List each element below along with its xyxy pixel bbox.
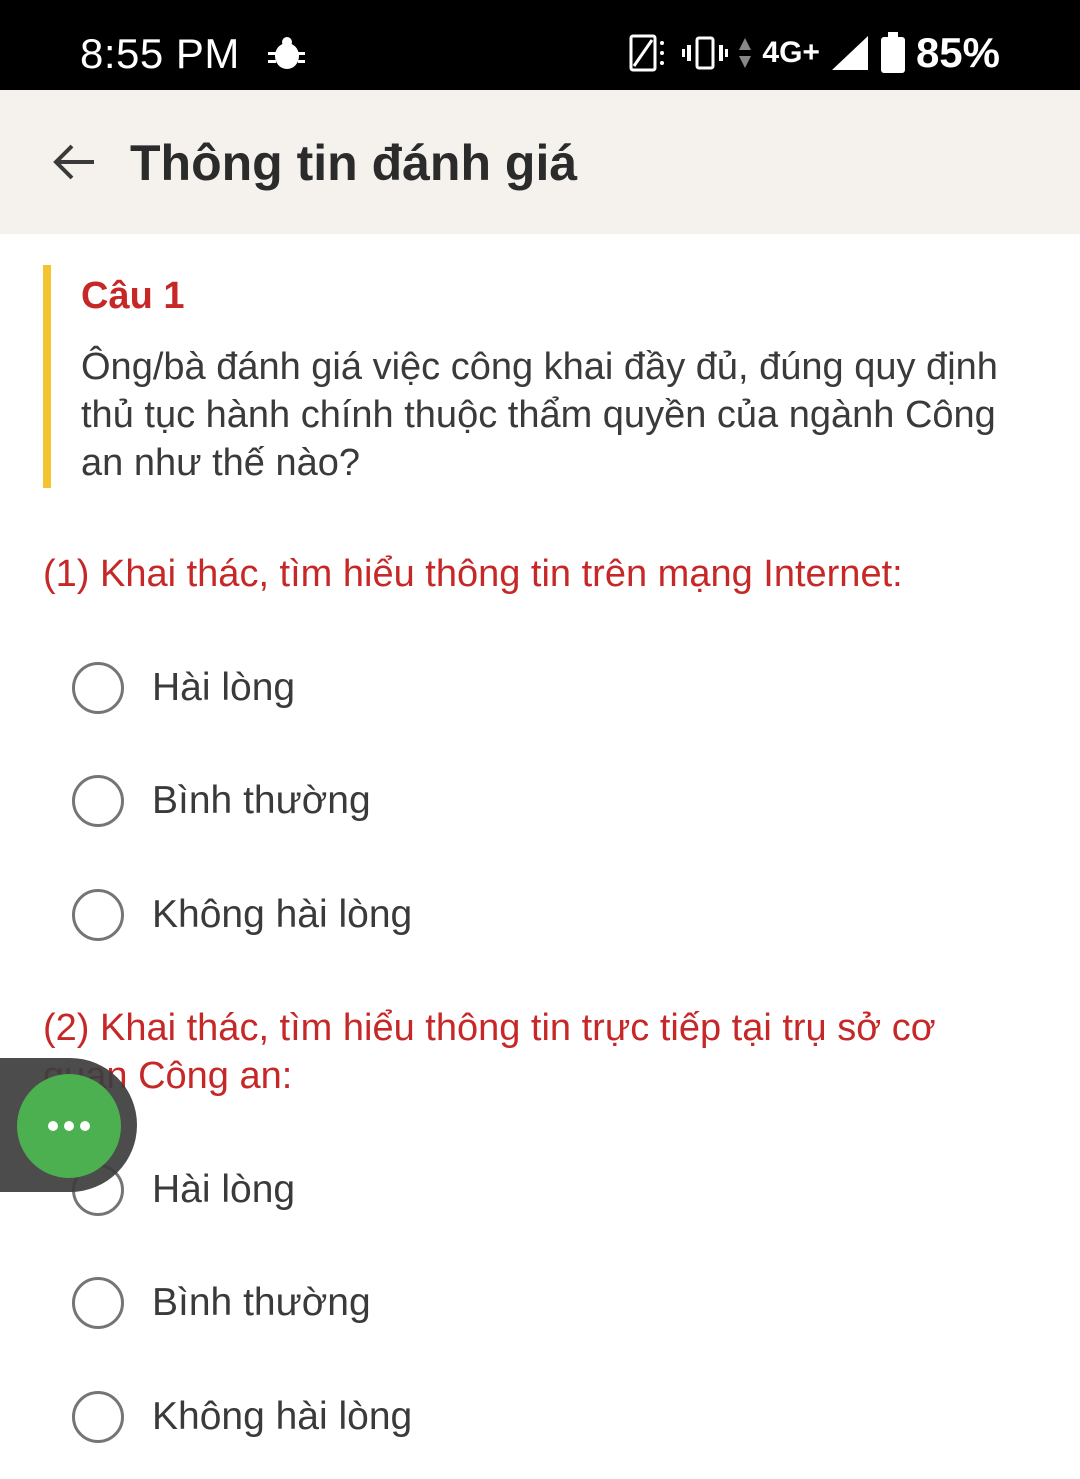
- page-title: Thông tin đánh giá: [130, 135, 578, 191]
- signal-icon: [831, 36, 868, 70]
- more-button[interactable]: [17, 1074, 121, 1178]
- battery-icon: [880, 32, 905, 73]
- option-satisfied-1[interactable]: Hài lòng: [72, 658, 772, 718]
- option-label: Hài lòng: [152, 666, 296, 709]
- radio-button[interactable]: [72, 1391, 124, 1443]
- status-time: 8:55 PM: [80, 30, 240, 77]
- radio-button[interactable]: [72, 889, 124, 941]
- more-horizontal-icon: [48, 1121, 90, 1131]
- evaluation-form: Câu 1 Ông/bà đánh giá việc công khai đầy…: [0, 234, 1080, 1479]
- option-satisfied-2[interactable]: Hài lòng: [72, 1160, 772, 1220]
- no-sim-icon: [629, 34, 665, 72]
- option-label: Bình thường: [152, 1281, 371, 1324]
- battery-percentage: 85%: [915, 29, 1000, 76]
- network-type: 4G+: [762, 36, 820, 69]
- vibrate-icon: [682, 36, 729, 70]
- status-indicators: 4G+ 85%: [628, 28, 1000, 78]
- radio-button[interactable]: [72, 662, 124, 714]
- back-button[interactable]: [48, 136, 100, 188]
- question-card: Câu 1 Ông/bà đánh giá việc công khai đầy…: [43, 265, 1003, 488]
- option-unsatisfied-1[interactable]: Không hài lòng: [72, 885, 772, 945]
- radio-button[interactable]: [72, 1277, 124, 1329]
- option-label: Không hài lòng: [152, 1395, 413, 1438]
- option-label: Hài lòng: [152, 1168, 296, 1211]
- sub-question-1-label: (1) Khai thác, tìm hiểu thông tin trên m…: [43, 553, 903, 595]
- option-label: Không hài lòng: [152, 893, 413, 936]
- option-normal-2[interactable]: Bình thường: [72, 1273, 772, 1333]
- question-text: Ông/bà đánh giá việc công khai đầy đủ, đ…: [81, 346, 998, 484]
- question-number: Câu 1: [81, 275, 185, 317]
- option-normal-1[interactable]: Bình thường: [72, 771, 772, 831]
- data-arrows-icon: [739, 38, 752, 68]
- option-label: Bình thường: [152, 779, 371, 822]
- sub-question-2-label: (2) Khai thác, tìm hiểu thông tin trực t…: [43, 1007, 936, 1097]
- app-bar: Thông tin đánh giá: [0, 90, 1080, 234]
- arrow-left-icon: [53, 144, 94, 180]
- option-unsatisfied-2[interactable]: Không hài lòng: [72, 1387, 772, 1447]
- radio-button[interactable]: [72, 775, 124, 827]
- bug-icon: [268, 37, 305, 69]
- status-bar: 8:55 PM 4G+ 85%: [0, 0, 1080, 90]
